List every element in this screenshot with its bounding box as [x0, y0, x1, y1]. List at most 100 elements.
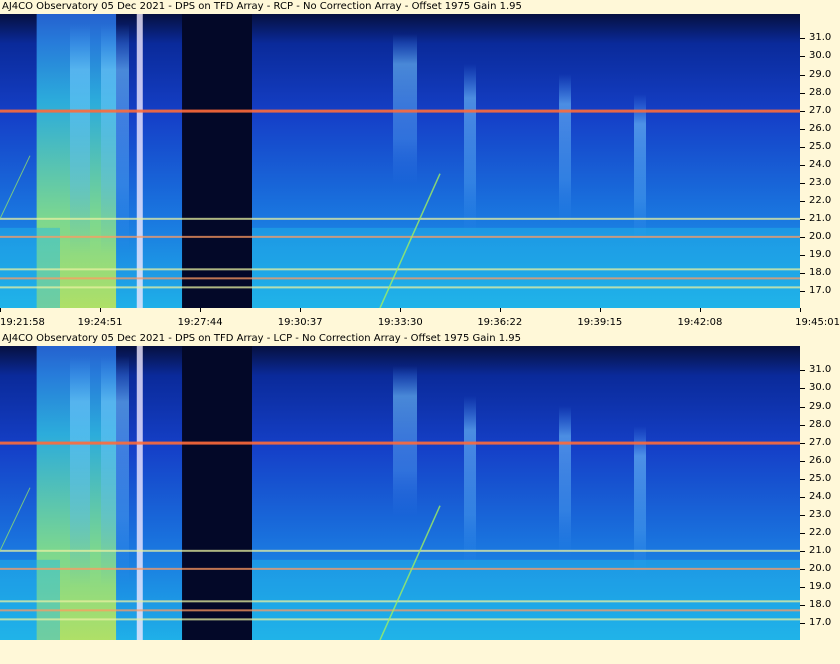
x-tick-label: 19:30:37: [277, 317, 323, 328]
y-tick-label: 27.0: [809, 436, 832, 448]
data-gap: [182, 14, 252, 308]
y-axis-rcp: 17.0 18.0 19.0 20.0 21.0 22.0 23.0 24.0 25.0 26.0…: [800, 14, 840, 308]
interference-line: [0, 618, 800, 621]
y-tick: [800, 146, 805, 148]
emission-wisp: [393, 366, 417, 516]
lcp-panel: AJ4CO Observatory 05 Dec 2021 - DPS on T…: [0, 332, 840, 664]
y-tick-label: 20.0: [809, 230, 832, 242]
y-tick-label: 28.0: [809, 418, 832, 430]
calibration-edge: [136, 346, 143, 640]
y-tick: [800, 604, 805, 606]
interference-line: [0, 600, 800, 603]
x-tick-label: 19:45:01: [795, 317, 840, 328]
y-tick: [800, 290, 805, 292]
chart-title-rcp: AJ4CO Observatory 05 Dec 2021 - DPS on T…: [2, 1, 522, 12]
y-tick-label: 17.0: [809, 616, 832, 628]
y-tick: [800, 110, 805, 112]
emission-wisp: [464, 64, 476, 234]
spectrogram-lcp: [0, 346, 800, 640]
y-tick-label: 29.0: [809, 400, 832, 412]
emission-wisp: [559, 406, 571, 556]
y-tick: [800, 442, 805, 444]
calibration-band: [142, 14, 183, 308]
interference-line: [0, 549, 800, 552]
interference-line: [0, 609, 800, 612]
y-tick: [800, 550, 805, 552]
y-tick-label: 24.0: [809, 490, 832, 502]
y-tick-label: 21.0: [809, 212, 832, 224]
y-tick: [800, 236, 805, 238]
meteor-streak: [0, 487, 31, 552]
y-tick-label: 19.0: [809, 248, 832, 260]
x-tick: [599, 308, 601, 312]
y-tick: [800, 254, 805, 256]
spectrogram-lcp-svg: [0, 346, 800, 640]
y-tick-label: 22.0: [809, 194, 832, 206]
y-tick-label: 21.0: [809, 544, 832, 556]
y-tick-label: 24.0: [809, 158, 832, 170]
y-tick-label: 20.0: [809, 562, 832, 574]
data-gap: [182, 346, 252, 640]
y-tick: [800, 272, 805, 274]
y-tick-label: 30.0: [809, 382, 832, 394]
y-tick: [800, 92, 805, 94]
interference-line: [0, 277, 800, 280]
x-tick: [800, 308, 801, 312]
y-tick: [800, 532, 805, 534]
interference-line: [0, 441, 800, 445]
y-tick-label: 31.0: [809, 32, 832, 44]
y-tick-label: 18.0: [809, 598, 832, 610]
spectrogram-rcp-svg: [0, 14, 800, 308]
x-tick-label: 19:39:15: [577, 317, 623, 328]
y-tick: [800, 370, 805, 372]
emission-wisp: [634, 426, 646, 576]
low-band-noise: [252, 559, 800, 640]
y-tick: [800, 406, 805, 408]
y-tick-label: 25.0: [809, 140, 832, 152]
x-tick-label: 19:36:22: [477, 317, 523, 328]
x-axis-rcp: 19:21:58 19:24:51 19:27:44 19:30:37 19:33:30…: [0, 308, 840, 330]
y-tick-label: 18.0: [809, 266, 832, 278]
y-tick: [800, 478, 805, 480]
interference-line: [0, 217, 800, 220]
low-band-noise: [0, 227, 60, 308]
y-tick-label: 28.0: [809, 86, 832, 98]
x-tick-label: 19:27:44: [177, 317, 223, 328]
meteor-streak: [0, 155, 31, 220]
y-tick: [800, 38, 805, 40]
y-tick: [800, 182, 805, 184]
emission-wisp: [464, 396, 476, 566]
emission-wisp: [634, 94, 646, 244]
x-tick: [300, 308, 302, 312]
y-tick-label: 22.0: [809, 526, 832, 538]
interference-line: [0, 268, 800, 271]
emission-wisp: [559, 74, 571, 224]
low-band-noise: [0, 559, 60, 640]
x-tick: [0, 308, 1, 312]
y-tick-label: 25.0: [809, 472, 832, 484]
status-strip: [0, 640, 840, 664]
y-tick: [800, 496, 805, 498]
x-tick: [499, 308, 501, 312]
y-tick: [800, 128, 805, 130]
y-tick-label: 27.0: [809, 104, 832, 116]
y-tick: [800, 514, 805, 516]
low-band-noise: [252, 227, 800, 308]
y-tick-label: 30.0: [809, 50, 832, 62]
y-tick: [800, 586, 805, 588]
interference-line: [0, 235, 800, 238]
y-tick: [800, 218, 805, 220]
interference-line: [0, 567, 800, 570]
rcp-panel: AJ4CO Observatory 05 Dec 2021 - DPS on T…: [0, 0, 840, 332]
y-tick: [800, 460, 805, 462]
x-tick-label: 19:42:08: [677, 317, 723, 328]
interference-line: [0, 109, 800, 113]
x-tick-label: 19:21:58: [0, 317, 45, 328]
calibration-band: [142, 346, 183, 640]
emission-wisp: [393, 34, 417, 184]
x-tick: [699, 308, 701, 312]
y-tick-label: 26.0: [809, 122, 832, 134]
y-tick: [800, 388, 805, 390]
y-tick-label: 19.0: [809, 580, 832, 592]
y-tick: [800, 164, 805, 166]
